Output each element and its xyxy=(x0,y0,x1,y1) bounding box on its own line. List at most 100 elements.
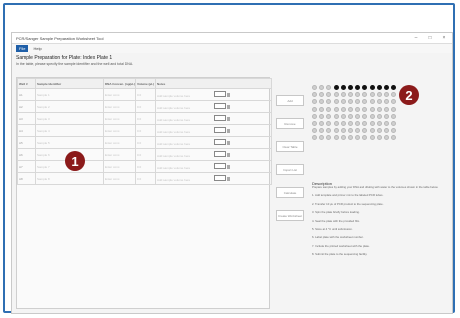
plate-well[interactable] xyxy=(312,113,317,119)
plate-well[interactable] xyxy=(362,85,368,90)
cell-notes[interactable]: Add sample volume here xyxy=(155,172,272,185)
plate-well[interactable] xyxy=(355,128,361,134)
cell-concentration[interactable]: Enter conc. xyxy=(103,112,136,125)
chevron-down-icon[interactable] xyxy=(227,141,231,145)
plate-well[interactable] xyxy=(319,99,325,105)
cell-concentration[interactable]: Enter conc. xyxy=(103,88,136,101)
maximize-button[interactable]: □ xyxy=(426,35,434,41)
plate-well[interactable] xyxy=(362,113,368,119)
table-row[interactable]: A7 Sample 7 Enter conc. 0.0 Add sample volum… xyxy=(17,160,272,173)
plate-well[interactable] xyxy=(384,128,389,134)
plate-well[interactable] xyxy=(326,135,332,141)
add-button[interactable]: Add xyxy=(276,95,304,106)
cell-concentration[interactable]: Enter conc. xyxy=(103,160,136,173)
cell-well[interactable]: A2 xyxy=(17,100,36,113)
plate-well[interactable] xyxy=(391,121,397,126)
clear-table-button[interactable]: Clear Table xyxy=(276,141,304,152)
plate-well[interactable] xyxy=(340,121,346,126)
plate-well[interactable] xyxy=(340,128,346,134)
plate-well[interactable] xyxy=(340,106,346,112)
plate-well[interactable] xyxy=(376,106,382,112)
plate-well[interactable] xyxy=(319,113,325,119)
plate-well[interactable] xyxy=(355,121,361,126)
menu-help[interactable]: Help xyxy=(33,46,41,51)
plate-well[interactable] xyxy=(391,85,397,90)
plate-well[interactable] xyxy=(340,113,346,119)
plate-well[interactable] xyxy=(348,92,353,98)
notes-dropdown[interactable] xyxy=(214,151,227,157)
plate-well[interactable] xyxy=(391,99,397,105)
plate-well[interactable] xyxy=(384,85,389,90)
cell-concentration[interactable]: Enter conc. xyxy=(103,172,136,185)
cell-volume[interactable]: 0.0 xyxy=(135,124,156,137)
notes-dropdown[interactable] xyxy=(214,175,227,181)
plate-well[interactable] xyxy=(376,135,382,141)
plate-well[interactable] xyxy=(376,113,382,119)
cell-volume[interactable]: 0.0 xyxy=(135,172,156,185)
notes-dropdown[interactable] xyxy=(214,163,227,169)
plate-well[interactable] xyxy=(348,135,353,141)
plate-well[interactable] xyxy=(326,128,332,134)
plate-well[interactable] xyxy=(333,85,339,90)
plate-well[interactable] xyxy=(369,121,375,126)
plate-well[interactable] xyxy=(376,121,382,126)
cell-volume[interactable]: 0.0 xyxy=(135,112,156,125)
plate-well[interactable] xyxy=(312,92,317,98)
plate-well[interactable] xyxy=(369,128,375,134)
notes-dropdown[interactable] xyxy=(214,115,227,121)
plate-well[interactable] xyxy=(333,128,339,134)
chevron-down-icon[interactable] xyxy=(227,117,231,121)
import-list-button[interactable]: Import List xyxy=(276,164,304,175)
table-row[interactable]: A6 Sample 6 Enter conc. 0.0 Add sample volum… xyxy=(17,148,272,161)
plate-well[interactable] xyxy=(326,113,332,119)
plate-well[interactable] xyxy=(391,92,397,98)
cell-notes[interactable]: Add sample volume here xyxy=(155,124,272,137)
plate-well[interactable] xyxy=(391,106,397,112)
plate-well[interactable] xyxy=(384,92,389,98)
plate-well[interactable] xyxy=(326,99,332,105)
cell-sample-id[interactable]: Sample 4 xyxy=(35,124,104,137)
cell-sample-id[interactable]: Sample 2 xyxy=(35,100,104,113)
plate-well[interactable] xyxy=(333,121,339,126)
plate-well[interactable] xyxy=(369,106,375,112)
cell-well[interactable]: A5 xyxy=(17,136,36,149)
plate-well[interactable] xyxy=(340,99,346,105)
plate-well[interactable] xyxy=(362,121,368,126)
plate-well[interactable] xyxy=(362,135,368,141)
cell-volume[interactable]: 0.0 xyxy=(135,136,156,149)
plate-well[interactable] xyxy=(348,85,353,90)
plate-well[interactable] xyxy=(312,106,317,112)
cell-concentration[interactable]: Enter conc. xyxy=(103,148,136,161)
chevron-down-icon[interactable] xyxy=(227,105,231,109)
plate-well[interactable] xyxy=(333,92,339,98)
plate-well[interactable] xyxy=(362,92,368,98)
table-row[interactable]: A5 Sample 5 Enter conc. 0.0 Add sample volum… xyxy=(17,136,272,149)
plate-well[interactable] xyxy=(384,106,389,112)
cell-notes[interactable]: Add sample volume here xyxy=(155,160,272,173)
cell-volume[interactable]: 0.0 xyxy=(135,100,156,113)
plate-well[interactable] xyxy=(319,106,325,112)
plate-well[interactable] xyxy=(319,128,325,134)
plate-well[interactable] xyxy=(319,121,325,126)
cell-sample-id[interactable]: Sample 8 xyxy=(35,172,104,185)
cell-notes[interactable]: Add sample volume here xyxy=(155,136,272,149)
plate-well[interactable] xyxy=(369,85,375,90)
cell-sample-id[interactable]: Sample 5 xyxy=(35,136,104,149)
cell-volume[interactable]: 0.0 xyxy=(135,160,156,173)
table-row[interactable]: A3 Sample 3 Enter conc. 0.0 Add sample volum… xyxy=(17,112,272,125)
plate-well[interactable] xyxy=(326,121,332,126)
plate-well[interactable] xyxy=(376,128,382,134)
plate-well[interactable] xyxy=(326,85,332,90)
remove-button[interactable]: Remove xyxy=(276,118,304,129)
plate-well[interactable] xyxy=(348,113,353,119)
plate-well[interactable] xyxy=(312,99,317,105)
plate-well[interactable] xyxy=(376,85,382,90)
plate-well[interactable] xyxy=(312,121,317,126)
cell-well[interactable]: A3 xyxy=(17,112,36,125)
chevron-down-icon[interactable] xyxy=(227,153,231,157)
plate-well[interactable] xyxy=(348,128,353,134)
plate-well[interactable] xyxy=(326,92,332,98)
cell-notes[interactable]: Add sample volume here xyxy=(155,100,272,113)
plate-well[interactable] xyxy=(355,106,361,112)
plate-well[interactable] xyxy=(355,135,361,141)
